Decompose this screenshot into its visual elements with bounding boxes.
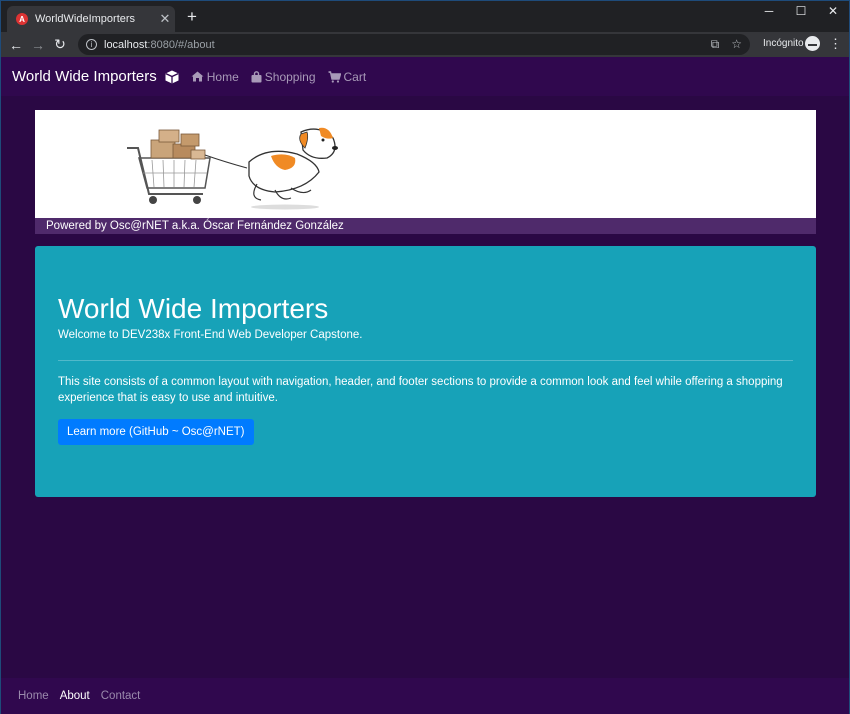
jumbotron: World Wide Importers Welcome to DEV238x … (35, 246, 816, 497)
tab-title: WorldWideImporters (35, 13, 136, 25)
shopping-bag-icon (251, 70, 262, 82)
menu-icon[interactable]: ⋮ (829, 36, 842, 52)
new-tab-icon[interactable]: + (183, 7, 201, 27)
minimize-icon[interactable]: ─ (752, 1, 786, 21)
browser-toolbar: ← → ↻ i localhost:8080/#/about ⧉ ☆ Incóg… (1, 32, 849, 57)
dog-icon (248, 127, 338, 210)
footer-nav: Home About Contact (1, 678, 849, 714)
browser-titlebar: A WorldWideImporters ✕ + ─ ☐ ✕ (1, 1, 849, 32)
browser-tab[interactable]: A WorldWideImporters ✕ (7, 6, 175, 32)
incognito-label: Incógnito (763, 38, 804, 49)
footer-link-home[interactable]: Home (18, 690, 49, 702)
nav-link-cart[interactable]: Cart (328, 70, 366, 84)
cube-icon (165, 70, 179, 83)
page-title: World Wide Importers (58, 293, 329, 324)
nav-link-home[interactable]: Home (191, 70, 239, 84)
nav-link-shopping[interactable]: Shopping (251, 70, 316, 84)
footer-link-contact[interactable]: Contact (101, 690, 141, 702)
home-icon (191, 71, 204, 82)
info-icon[interactable]: i (86, 39, 97, 50)
angular-favicon-icon: A (16, 13, 28, 25)
back-icon[interactable]: ← (5, 37, 27, 53)
translate-icon[interactable]: ⧉ (711, 37, 720, 52)
powered-by-bar: Powered by Osc@rNET a.k.a. Óscar Fernánd… (35, 218, 816, 234)
reload-icon[interactable]: ↻ (49, 36, 71, 53)
header-banner (35, 110, 816, 218)
dog-pulling-cart-illustration (127, 127, 338, 210)
app-navbar: World Wide Importers Home Shopping Cart (1, 57, 849, 96)
maximize-icon[interactable]: ☐ (784, 1, 818, 21)
shopping-cart-icon (127, 129, 211, 204)
brand-title[interactable]: World Wide Importers (12, 68, 157, 85)
address-bar[interactable]: i localhost:8080/#/about ⧉ ☆ (78, 34, 750, 55)
incognito-icon[interactable] (805, 36, 820, 51)
forward-icon[interactable]: → (27, 37, 49, 53)
footer-link-about[interactable]: About (60, 690, 90, 702)
window-close-icon[interactable]: ✕ (816, 1, 850, 21)
divider (58, 360, 793, 361)
welcome-lead: Welcome to DEV238x Front-End Web Develop… (58, 329, 363, 341)
tab-close-icon[interactable]: ✕ (155, 11, 175, 27)
site-description: This site consists of a common layout wi… (58, 376, 783, 404)
learn-more-button[interactable]: Learn more (GitHub ~ Osc@rNET) (58, 419, 254, 445)
cart-icon (328, 70, 341, 83)
url-text: localhost:8080/#/about (104, 38, 215, 51)
bookmark-star-icon[interactable]: ☆ (731, 37, 742, 52)
